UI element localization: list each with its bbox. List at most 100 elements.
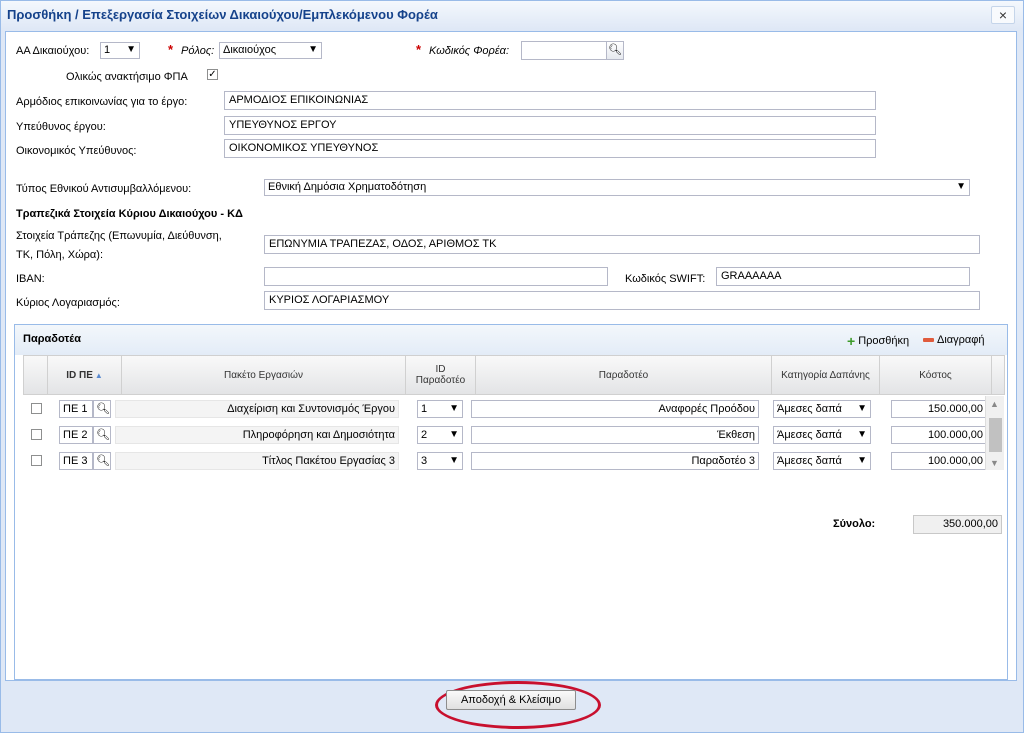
search-icon: 🔍︎	[96, 429, 110, 441]
select-column-header	[24, 356, 48, 394]
search-button[interactable]: 🔍︎	[606, 41, 624, 60]
manager-input[interactable]: ΥΠΕΥΘΥΝΟΣ ΕΡΓΟΥ	[224, 116, 876, 135]
row-id-pe[interactable]: ΠΕ 2	[59, 426, 93, 444]
search-icon: 🔍︎	[96, 455, 110, 467]
aa-value: 1	[104, 44, 111, 56]
row-deliverable[interactable]: Αναφορές Προόδου	[471, 400, 759, 418]
delete-label: Διαγραφή	[937, 334, 985, 346]
col-category[interactable]: Κατηγορία Δαπάνης	[772, 356, 880, 394]
row-id-deliverable-value: 1	[421, 403, 428, 415]
role-value: Δικαιούχος	[223, 44, 276, 56]
close-icon: ×	[998, 7, 1008, 23]
row-id-deliverable-select[interactable]: 1 ▼	[417, 400, 463, 418]
row-package: Πληροφόρηση και Δημοσιότητα	[115, 426, 399, 444]
national-type-select[interactable]: Εθνική Δημόσια Χρηματοδότηση ▼	[264, 179, 970, 196]
chevron-down-icon: ▼	[857, 429, 867, 440]
row-category-select[interactable]: Άμεσες δαπά ▼	[773, 426, 871, 444]
required-marker: *	[416, 42, 422, 57]
row-category-select[interactable]: Άμεσες δαπά ▼	[773, 400, 871, 418]
add-label: Προσθήκη	[858, 335, 910, 347]
bank-section-title: Τραπεζικά Στοιχεία Κύριου Δικαιούχου - Κ…	[16, 208, 243, 220]
code-label: Κωδικός Φορέα:	[429, 45, 510, 57]
row-lookup-button[interactable]: 🔍︎	[93, 400, 111, 418]
row-deliverable[interactable]: Έκθεση	[471, 426, 759, 444]
col-id-deliverable-line2: Παραδοτέο	[415, 375, 466, 386]
iban-label: IBAN:	[16, 273, 45, 285]
bank-label-line1: Στοιχεία Τράπεζης (Επωνυμία, Διεύθυνση,	[16, 230, 222, 242]
contact-input[interactable]: ΑΡΜΟΔΙΟΣ ΕΠΙΚΟΙΝΩΝΙΑΣ	[224, 91, 876, 110]
add-button[interactable]: + Προσθήκη	[847, 333, 909, 349]
deliverables-title: Παραδοτέα	[23, 333, 81, 345]
swift-label: Κωδικός SWIFT:	[625, 273, 706, 285]
finance-input[interactable]: ΟΙΚΟΝΟΜΙΚΟΣ ΥΠΕΥΘΥΝΟΣ	[224, 139, 876, 158]
bank-input[interactable]: ΕΠΩΝΥΜΙΑ ΤΡΑΠΕΖΑΣ, ΟΔΟΣ, ΑΡΙΘΜΟΣ ΤΚ	[264, 235, 980, 254]
finance-label: Οικονομικός Υπεύθυνος:	[16, 145, 137, 157]
dialog-footer: Αποδοχή & Κλείσιμο	[5, 681, 1017, 731]
row-id-deliverable-select[interactable]: 3 ▼	[417, 452, 463, 470]
close-button[interactable]: ×	[991, 6, 1015, 24]
scroll-down-icon[interactable]: ▼	[990, 458, 999, 468]
role-select[interactable]: Δικαιούχος ▼	[219, 42, 322, 59]
table-row[interactable]: ΠΕ 3 🔍︎ Τίτλος Πακέτου Εργασίας 3 3 ▼ Πα…	[23, 449, 987, 475]
required-marker: *	[168, 42, 174, 57]
row-id-deliverable-value: 3	[421, 455, 428, 467]
sort-asc-icon: ▲	[94, 370, 103, 380]
aa-label: ΑΑ Δικαιούχου:	[16, 45, 90, 57]
row-lookup-button[interactable]: 🔍︎	[93, 452, 111, 470]
col-id-pe-label: ID ΠΕ	[66, 369, 93, 381]
grid-scrollbar[interactable]: ▲ ▼	[985, 396, 1004, 470]
row-cost[interactable]: 100.000,00	[891, 452, 987, 470]
table-row[interactable]: ΠΕ 1 🔍︎ Διαχείριση και Συντονισμός Έργου…	[23, 397, 987, 423]
col-package[interactable]: Πακέτο Εργασιών	[122, 356, 406, 394]
delete-button[interactable]: Διαγραφή	[923, 334, 985, 346]
row-category-select[interactable]: Άμεσες δαπά ▼	[773, 452, 871, 470]
row-id-pe[interactable]: ΠΕ 3	[59, 452, 93, 470]
grid-header: ID ΠΕ ▲ Πακέτο Εργασιών ID Παραδοτέο Παρ…	[23, 355, 1005, 395]
vat-checkbox[interactable]: ✓	[207, 69, 218, 80]
national-type-label: Τύπος Εθνικού Αντισυμβαλλόμενου:	[16, 183, 192, 195]
row-id-pe[interactable]: ΠΕ 1	[59, 400, 93, 418]
col-cost[interactable]: Κόστος	[880, 356, 992, 394]
row-category-value: Άμεσες δαπά	[777, 403, 842, 415]
aa-select[interactable]: 1 ▼	[100, 42, 140, 59]
swift-input[interactable]: GRAAAAAA	[716, 267, 970, 286]
dialog-body: ΑΑ Δικαιούχου: 1 ▼ * Ρόλος: Δικαιούχος ▼…	[5, 31, 1017, 681]
code-input[interactable]	[521, 41, 607, 60]
dialog-titlebar[interactable]: Προσθήκη / Επεξεργασία Στοιχείων Δικαιού…	[1, 1, 1023, 29]
row-checkbox[interactable]	[31, 429, 42, 440]
row-id-deliverable-select[interactable]: 2 ▼	[417, 426, 463, 444]
row-id-deliverable-value: 2	[421, 429, 428, 441]
chevron-down-icon: ▼	[308, 44, 318, 55]
bank-label-line2: ΤΚ, Πόλη, Χώρα):	[16, 249, 104, 261]
iban-input[interactable]	[264, 267, 608, 286]
row-lookup-button[interactable]: 🔍︎	[93, 426, 111, 444]
chevron-down-icon: ▼	[449, 403, 459, 414]
total-label: Σύνολο:	[833, 518, 876, 530]
minus-icon	[923, 338, 934, 342]
total-value: 350.000,00	[913, 515, 1002, 534]
col-deliverable[interactable]: Παραδοτέο	[476, 356, 772, 394]
chevron-down-icon: ▼	[126, 44, 136, 55]
deliverables-panel: Παραδοτέα + Προσθήκη Διαγραφή ID ΠΕ ▲ Πα…	[14, 324, 1008, 680]
chevron-down-icon: ▼	[956, 181, 966, 192]
scroll-up-icon[interactable]: ▲	[990, 399, 999, 409]
table-row[interactable]: ΠΕ 2 🔍︎ Πληροφόρηση και Δημοσιότητα 2 ▼ …	[23, 423, 987, 449]
row-category-value: Άμεσες δαπά	[777, 455, 842, 467]
holder-label: Κύριος Λογαριασμός:	[16, 297, 120, 309]
row-checkbox[interactable]	[31, 455, 42, 466]
accept-close-button[interactable]: Αποδοχή & Κλείσιμο	[446, 690, 576, 710]
col-id-deliverable[interactable]: ID Παραδοτέο	[406, 356, 476, 394]
row-cost[interactable]: 150.000,00	[891, 400, 987, 418]
chevron-down-icon: ▼	[449, 455, 459, 466]
vat-label: Ολικώς ανακτήσιμο ΦΠΑ	[66, 71, 188, 83]
row-checkbox[interactable]	[31, 403, 42, 414]
holder-input[interactable]: ΚΥΡΙΟΣ ΛΟΓΑΡΙΑΣΜΟΥ	[264, 291, 980, 310]
search-icon: 🔍︎	[608, 44, 622, 56]
plus-icon: +	[847, 333, 856, 349]
row-deliverable[interactable]: Παραδοτέο 3	[471, 452, 759, 470]
row-cost[interactable]: 100.000,00	[891, 426, 987, 444]
dialog-title: Προσθήκη / Επεξεργασία Στοιχείων Δικαιού…	[7, 7, 438, 22]
manager-label: Υπεύθυνος έργου:	[16, 121, 106, 133]
col-id-pe[interactable]: ID ΠΕ ▲	[48, 356, 122, 394]
scroll-thumb[interactable]	[989, 418, 1002, 452]
